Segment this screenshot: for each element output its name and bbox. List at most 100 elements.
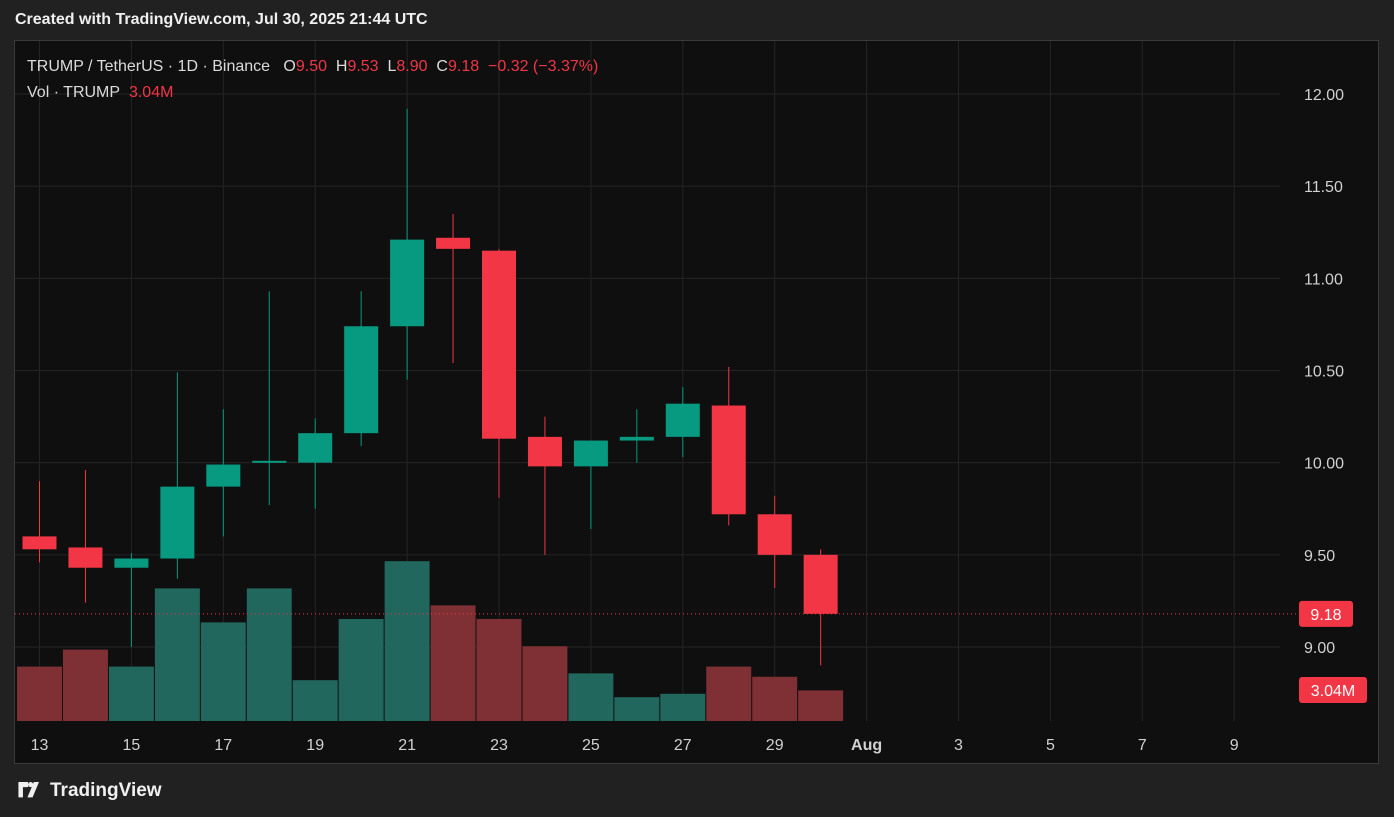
time-tick-label: Aug (851, 737, 882, 754)
candle-body (482, 250, 516, 439)
candle[interactable] (665, 387, 700, 458)
time-tick-label: 5 (1046, 737, 1055, 754)
tradingview-brand: TradingView (50, 780, 162, 801)
time-tick-label: 19 (306, 737, 324, 754)
candle-body (527, 436, 562, 467)
grid (15, 41, 1280, 721)
ohlc-legend-row: TRUMP / TetherUS · 1D · Binance O9.50 H9… (27, 54, 598, 80)
candle-body (252, 460, 287, 463)
candle[interactable] (68, 470, 103, 603)
open-label: O (283, 58, 296, 75)
volume-label[interactable]: Vol · TRUMP (27, 84, 120, 101)
candles (22, 108, 838, 666)
close-label: C (436, 58, 448, 75)
price-axis: 12.00 11.50 11.00 10.50 10.00 9.50 9.00 (1304, 87, 1344, 657)
candle-body (803, 554, 838, 614)
candle-body (68, 547, 103, 568)
volume-value: 3.04M (128, 84, 174, 101)
low-value: 8.90 (396, 58, 428, 75)
candle[interactable] (527, 416, 562, 555)
open-value: 9.50 (295, 58, 327, 75)
time-tick-label: 29 (766, 737, 784, 754)
last-price-label: 9.18 (1310, 607, 1341, 624)
candle[interactable] (711, 366, 746, 526)
symbol-label[interactable]: TRUMP / TetherUS · 1D · Binance (27, 58, 270, 75)
candle-body (573, 440, 608, 467)
time-tick-label: 21 (398, 737, 416, 754)
candle-body (344, 326, 379, 434)
volume-bar (292, 680, 338, 721)
price-tick-label: 12.00 (1304, 87, 1344, 104)
candle-body (206, 464, 241, 487)
time-tick-label: 25 (582, 737, 600, 754)
candle[interactable] (344, 291, 379, 447)
candle-body (711, 405, 746, 515)
volume-bar (200, 622, 246, 721)
candle-body (436, 237, 471, 249)
candle-body (22, 536, 57, 550)
candle[interactable] (252, 291, 287, 506)
price-tick-label: 11.00 (1304, 271, 1343, 288)
change-value: −0.32 (−3.37%) (488, 58, 599, 75)
close-value: 9.18 (447, 58, 480, 75)
volume-bar (660, 693, 706, 721)
high-label: H (335, 58, 348, 75)
candle[interactable] (619, 409, 654, 463)
volume-bar (752, 676, 798, 721)
candle[interactable] (22, 481, 57, 563)
time-tick-label: 7 (1138, 737, 1147, 754)
candle[interactable] (206, 409, 241, 537)
candle-body (757, 514, 792, 555)
price-tick-label: 9.50 (1304, 548, 1335, 565)
volume-bar (384, 561, 430, 721)
price-tick-label: 11.50 (1304, 179, 1343, 196)
candle[interactable] (436, 213, 471, 364)
candle[interactable] (114, 552, 149, 647)
candle-body (160, 486, 195, 559)
time-tick-label: 17 (214, 737, 232, 754)
volume-bar (246, 588, 292, 721)
volume-bar (430, 605, 476, 721)
volume-bar (62, 649, 108, 721)
candle[interactable] (160, 372, 195, 579)
time-tick-label: 15 (123, 737, 141, 754)
time-tick-label: 13 (31, 737, 49, 754)
volume-bar (706, 666, 752, 721)
candle-body (665, 403, 700, 437)
volume-bar (522, 646, 568, 721)
time-tick-label: 3 (954, 737, 963, 754)
chart-legend: TRUMP / TetherUS · 1D · Binance O9.50 H9… (27, 54, 598, 106)
volume-bar (108, 666, 154, 721)
time-tick-label: 9 (1230, 737, 1239, 754)
candle-body (114, 558, 149, 568)
chart-panel[interactable]: 12.00 11.50 11.00 10.50 10.00 9.50 9.00 13 15 17… (14, 40, 1379, 764)
candle-body (298, 433, 333, 463)
candle-body (619, 436, 654, 441)
volume-bar (798, 690, 844, 721)
volume-bar (568, 673, 614, 721)
volume-bars (17, 561, 844, 721)
last-volume-label: 3.04M (1311, 683, 1355, 700)
time-tick-label: 27 (674, 737, 692, 754)
candle[interactable] (482, 248, 516, 498)
volume-bar (338, 619, 384, 721)
high-value: 9.53 (347, 58, 379, 75)
candle[interactable] (298, 418, 333, 509)
candle[interactable] (757, 495, 792, 589)
time-tick-label: 23 (490, 737, 508, 754)
volume-bar (154, 588, 200, 721)
candle[interactable] (803, 549, 838, 666)
candle[interactable] (573, 440, 608, 530)
volume-bar (17, 666, 62, 721)
candlestick-chart[interactable]: 12.00 11.50 11.00 10.50 10.00 9.50 9.00 13 15 17… (15, 41, 1378, 763)
tradingview-logo[interactable]: TradingView (16, 780, 162, 802)
time-axis: 13 15 17 19 21 23 25 27 29 Aug 3 5 7 9 (31, 737, 1239, 754)
volume-legend-row: Vol · TRUMP 3.04M (27, 80, 598, 106)
price-tick-label: 9.00 (1304, 640, 1335, 657)
price-tick-label: 10.50 (1304, 364, 1344, 381)
volume-bar (614, 697, 660, 721)
tradingview-logo-icon (18, 782, 39, 798)
candle[interactable] (390, 108, 425, 380)
chart-caption: Created with TradingView.com, Jul 30, 20… (15, 11, 428, 28)
volume-bar (476, 619, 522, 721)
